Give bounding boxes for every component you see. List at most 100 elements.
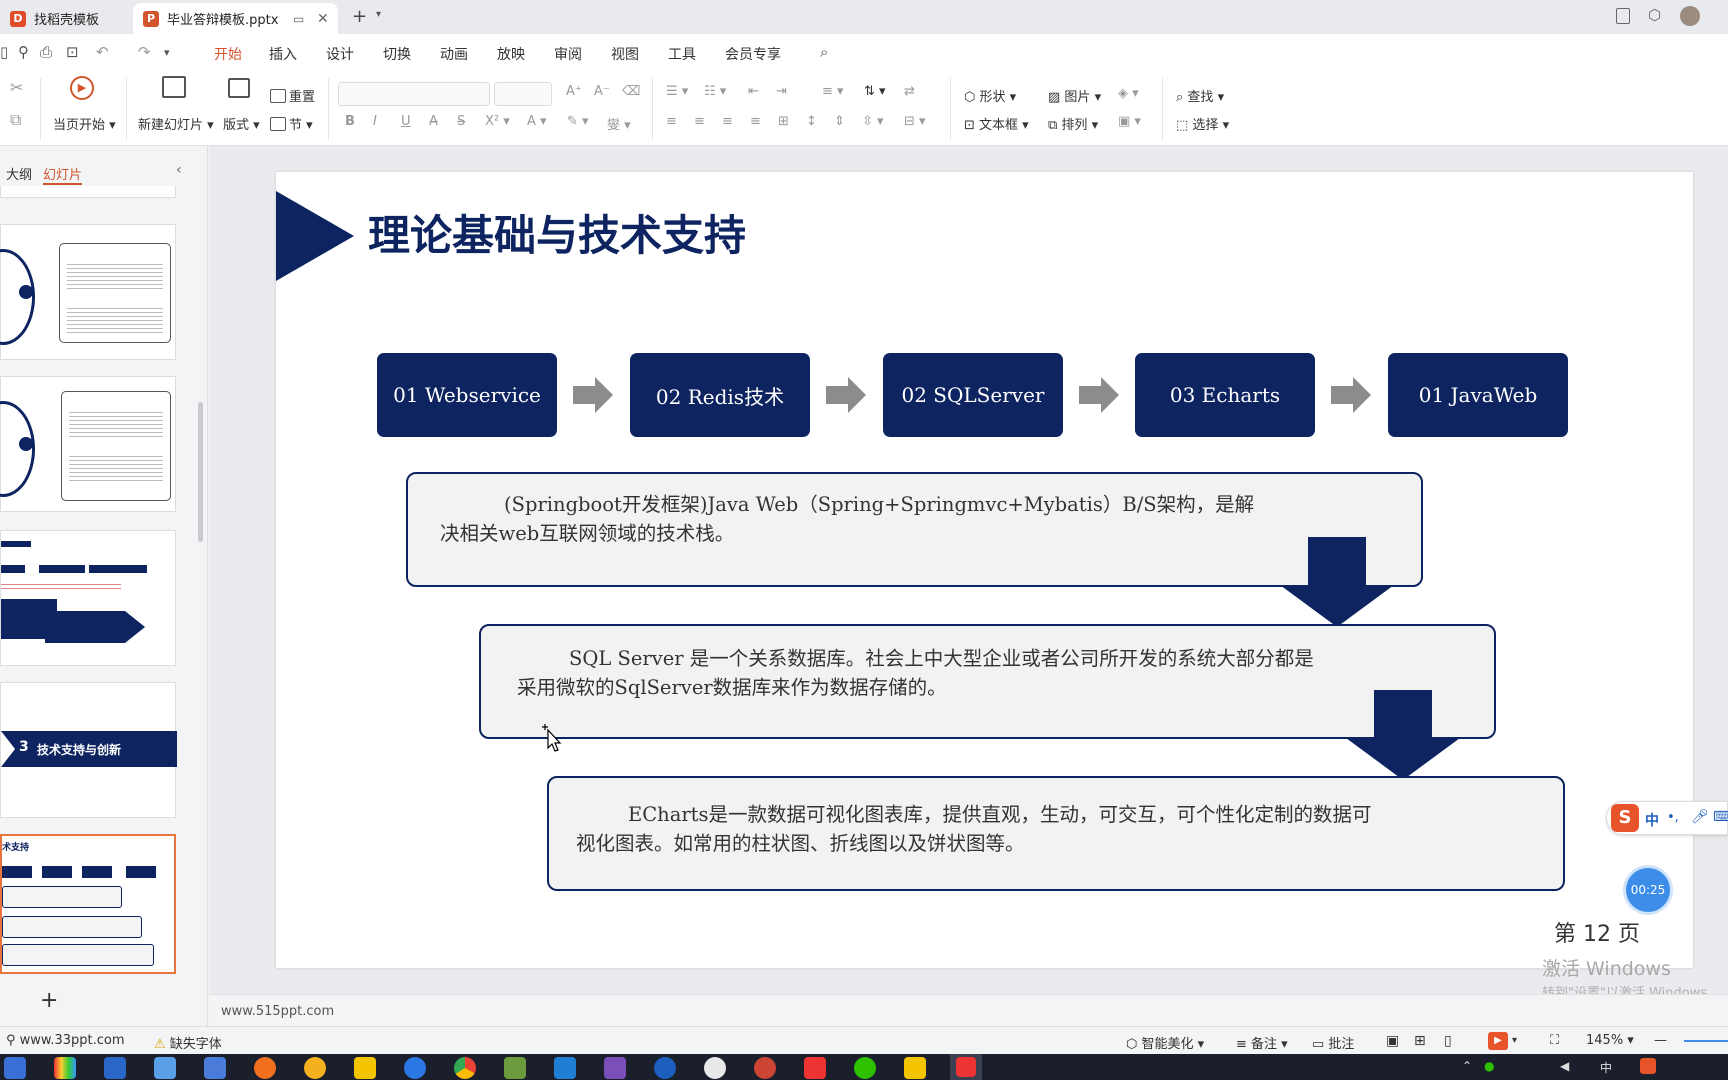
ime-mode-label[interactable]: 中 (1645, 810, 1659, 830)
menu-home[interactable]: 开始 (214, 44, 242, 72)
flow-box-sqlserver[interactable]: 02 SQLServer (883, 353, 1063, 437)
tab-docer-templates[interactable]: D 找稻壳模板 (0, 3, 130, 34)
font-color-icon[interactable]: A ▾ (527, 114, 547, 129)
collapse-panel-icon[interactable]: ‹ (176, 162, 182, 178)
quick-access-chevron-icon[interactable]: ▾ (164, 46, 170, 59)
missing-font-indicator[interactable]: ⚠ 缺失字体 (154, 1033, 222, 1052)
punctuation-icon[interactable]: •, (1667, 810, 1679, 825)
reading-mode-icon[interactable] (1616, 8, 1630, 24)
slide-thumbnail[interactable]: 3 技术支持与创新 (0, 682, 177, 818)
cut-icon[interactable]: ✂ (10, 78, 23, 97)
search-icon[interactable]: ⌕ (820, 43, 828, 61)
play-chevron-icon[interactable]: ▾ (1512, 1035, 1517, 1046)
close-tab-icon[interactable]: ✕ (317, 11, 329, 27)
undo-icon[interactable]: ↶ (96, 43, 109, 61)
play-icon[interactable]: ▶ (1488, 1032, 1508, 1050)
copy-icon[interactable]: ⧉ (10, 110, 21, 130)
slide-thumbnail-current[interactable]: 术支持 (0, 834, 176, 974)
app-icon[interactable] (404, 1057, 426, 1079)
decrease-font-icon[interactable]: A⁻ (594, 84, 610, 99)
ime-toolbar[interactable]: S 中 •, 🎤︎ ⌨ (1606, 801, 1728, 835)
microphone-icon[interactable]: 🎤︎ (1691, 809, 1709, 825)
line-spacing-icon[interactable]: ↕ (806, 114, 817, 129)
increase-indent-icon[interactable]: ⇥ (776, 84, 787, 99)
new-slide-button[interactable]: 新建幻灯片 ▾ (138, 114, 214, 133)
menu-view[interactable]: 视图 (611, 44, 639, 64)
slide-thumbnail[interactable] (0, 376, 176, 512)
underline-icon[interactable]: U (401, 114, 411, 129)
vscode-icon[interactable] (554, 1057, 576, 1079)
increase-font-icon[interactable]: A⁺ (566, 84, 582, 99)
comments-button[interactable]: ▭ 批注 (1312, 1033, 1354, 1052)
app-icon[interactable] (204, 1057, 226, 1079)
slide-thumbnail[interactable] (0, 530, 176, 666)
menu-icon[interactable]: ▯ (0, 43, 8, 61)
zoom-slider[interactable] (1684, 1040, 1728, 1042)
app-icon[interactable] (504, 1057, 526, 1079)
bold-icon[interactable]: B (345, 114, 355, 129)
media-player-icon[interactable] (104, 1057, 126, 1079)
numbered-list-icon[interactable]: ☷ ▾ (704, 84, 726, 99)
settings-icon[interactable] (304, 1057, 326, 1079)
italic-icon[interactable]: I (373, 114, 377, 129)
flow-box-echarts[interactable]: 03 Echarts (1135, 353, 1315, 437)
outline-icon[interactable]: ▣ ▾ (1118, 114, 1141, 129)
reading-view-icon[interactable]: ▯ (1444, 1033, 1452, 1049)
text-direction-icon[interactable]: ≡ ▾ (822, 84, 844, 99)
font-family-select[interactable] (338, 82, 490, 106)
find-button[interactable]: ⌕ 查找 ▾ (1176, 86, 1224, 105)
share-link-icon[interactable]: ⚲ (18, 43, 29, 61)
wechat-icon[interactable] (854, 1057, 876, 1079)
description-box-javaweb[interactable]: (Springboot开发框架)Java Web（Spring+Springmv… (406, 472, 1423, 587)
keyboard-icon[interactable]: ⌨ (1713, 809, 1728, 825)
visual-studio-icon[interactable] (604, 1057, 626, 1079)
picture-button[interactable]: ▨ 图片 ▾ (1048, 86, 1101, 105)
font-size-select[interactable] (494, 82, 552, 106)
clear-format-icon[interactable]: ⌫ (622, 84, 640, 99)
menu-insert[interactable]: 插入 (269, 44, 297, 64)
distribute-icon[interactable]: ⊞ (778, 114, 789, 129)
shadow-text-icon[interactable]: S̶ (457, 114, 465, 129)
from-current-button[interactable]: 当页开始 ▾ (53, 114, 116, 133)
recording-timer[interactable]: 00:25 (1626, 868, 1670, 912)
notes-pane[interactable]: www.515ppt.com (209, 994, 1728, 1026)
slides-tab[interactable]: 幻灯片 (43, 164, 83, 185)
play-slideshow-icon[interactable]: ▶ (70, 76, 94, 100)
menu-tools[interactable]: 工具 (668, 44, 696, 64)
tab-pptx-document[interactable]: P 毕业答辩模板.pptx ▭ ✕ (133, 3, 338, 34)
column-spacing-icon[interactable]: ⇳ ▾ (862, 114, 884, 129)
highlight-icon[interactable]: ✎ ▾ (567, 114, 589, 129)
add-slide-button[interactable]: + (40, 988, 58, 1013)
zoom-level[interactable]: 145% ▾ (1586, 1033, 1634, 1048)
align-center-icon[interactable]: ≡ (694, 114, 705, 129)
notes-button[interactable]: ≡ 备注 ▾ (1236, 1033, 1288, 1052)
file-explorer-icon[interactable] (904, 1057, 926, 1079)
columns-icon[interactable]: ⊟ ▾ (904, 114, 926, 129)
app-icon[interactable] (654, 1057, 676, 1079)
char-spacing-icon[interactable]: 燮 ▾ (607, 114, 631, 133)
zoom-out-icon[interactable]: — (1654, 1033, 1667, 1048)
panel-scrollbar[interactable] (198, 402, 203, 542)
start-icon[interactable] (4, 1057, 26, 1079)
new-slide-icon[interactable] (162, 76, 186, 98)
redo-icon[interactable]: ↷ (138, 43, 151, 61)
app-icon[interactable] (754, 1057, 776, 1079)
superscript-icon[interactable]: X² ▾ (485, 114, 510, 129)
slide-thumbnail[interactable] (0, 224, 176, 360)
site-link[interactable]: ⚲ www.33ppt.com (6, 1033, 125, 1048)
menu-member[interactable]: 会员专享 (725, 44, 781, 64)
paragraph-spacing-icon[interactable]: ⇕ (834, 114, 845, 129)
flow-box-redis[interactable]: 02 Redis技术 (630, 353, 810, 437)
description-box-echarts[interactable]: ECharts是一款数据可视化图表库，提供直观，生动，可交互，可个性化定制的数据… (547, 776, 1565, 891)
app-icon[interactable] (54, 1057, 76, 1079)
normal-view-icon[interactable]: ▣ (1386, 1033, 1399, 1049)
slide-sorter-icon[interactable]: ⊞ (1414, 1033, 1426, 1049)
chrome-icon[interactable] (454, 1057, 476, 1079)
textbox-button[interactable]: ⊡ 文本框 ▾ (964, 114, 1029, 133)
ime-tray-label[interactable]: 中 (1600, 1059, 1612, 1076)
slide-thumbnail[interactable] (0, 186, 176, 198)
reset-button[interactable]: 重置 (270, 86, 315, 105)
strikethrough-icon[interactable]: A̶ (429, 114, 438, 129)
menu-transitions[interactable]: 切换 (383, 44, 411, 64)
app-icon[interactable] (254, 1057, 276, 1079)
